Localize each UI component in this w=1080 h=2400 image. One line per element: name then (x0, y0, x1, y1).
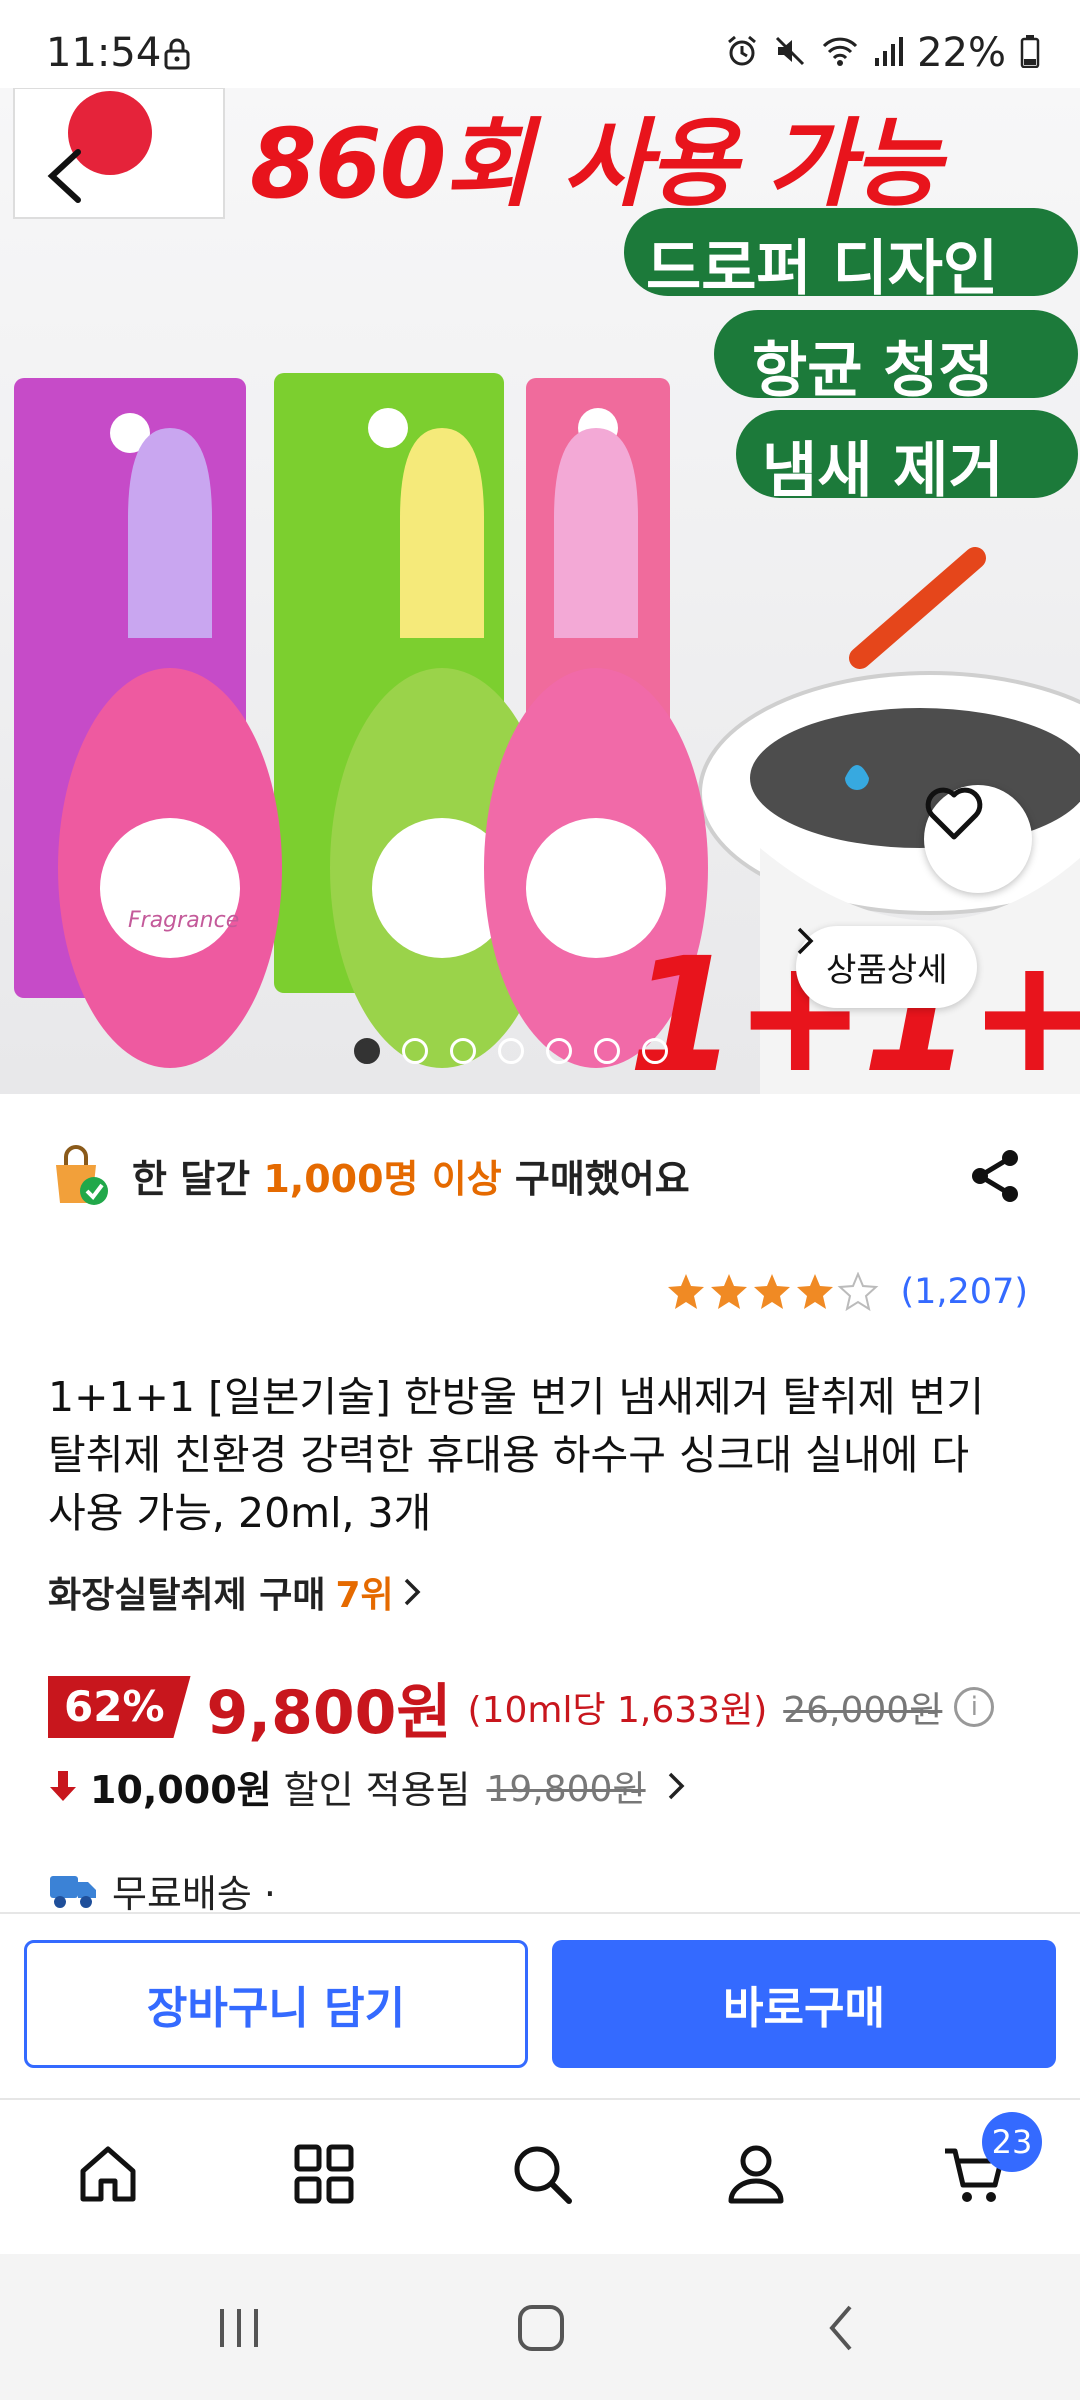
hero-banner-title: 860회 사용 가능 (250, 108, 941, 220)
share-icon (972, 1150, 1018, 1202)
shopping-bag-icon (56, 1145, 108, 1205)
bottle-label: Fragrance (128, 908, 240, 933)
carousel-dot[interactable] (642, 1038, 668, 1064)
hero-tag-dropper: 드로퍼 디자인 (646, 234, 999, 304)
account-icon (728, 2145, 784, 2204)
coupon-discount-row[interactable]: 10,000원 할인 적용됨 19,800원 (48, 1758, 686, 1814)
review-count[interactable]: (1,207) (900, 1272, 1028, 1312)
cart-count-badge: 23 (982, 2112, 1042, 2172)
chevron-right-icon (797, 927, 814, 955)
star-rating (668, 1272, 879, 1312)
back-chevron-icon (829, 2305, 852, 2351)
shipping-info: 무료배송 · (48, 1862, 276, 1918)
tab-home[interactable] (68, 2134, 148, 2214)
hero-tag-antibacterial: 항균 청정 (752, 336, 994, 406)
rank-label: 화장실탈취제 구매 (48, 1575, 326, 1616)
search-icon (514, 2146, 572, 2204)
arrow-down-icon (50, 1771, 76, 1801)
price-before-coupon: 19,800원 (486, 1769, 646, 1810)
product-image-carousel[interactable]: 860회 사용 가능 드로퍼 디자인 항균 청정 냄새 제거 Fragrance… (0, 88, 1080, 1094)
recent-apps-button[interactable] (204, 2298, 274, 2358)
discount-badge: 62% (48, 1676, 191, 1738)
category-rank[interactable]: 화장실탈취제 구매 7위 (48, 1566, 422, 1618)
system-navigation-bar (0, 2254, 1080, 2400)
battery-percent: 22% (917, 30, 1006, 76)
mute-icon (773, 34, 807, 72)
home-button[interactable] (506, 2298, 576, 2358)
original-price: 26,000원 (783, 1690, 943, 1731)
carousel-indicator (354, 1038, 668, 1064)
buy-now-button[interactable]: 바로구매 (552, 1940, 1056, 2068)
chevron-right-icon (668, 1772, 685, 1800)
product-detail-button[interactable]: 상품상세 (796, 926, 978, 1008)
price-row: 62% 9,800원 (10ml당 1,633원) 26,000원 i (48, 1672, 995, 1748)
carousel-dot[interactable] (402, 1038, 428, 1064)
coupon-amount: 10,000원 (90, 1767, 272, 1812)
sale-price: 9,800원 (206, 1677, 452, 1748)
tab-category[interactable] (284, 2134, 364, 2214)
truck-icon (50, 1876, 96, 1908)
info-icon[interactable]: i (954, 1687, 995, 1727)
recent-apps-icon (220, 2309, 258, 2347)
chevron-right-icon (404, 1578, 421, 1606)
alarm-icon (725, 34, 759, 72)
category-icon (294, 2144, 354, 2204)
system-back-button[interactable] (808, 2298, 878, 2358)
carousel-dot[interactable] (450, 1038, 476, 1064)
coupon-label: 할인 적용됨 (283, 1767, 471, 1812)
back-button[interactable] (40, 146, 128, 234)
heart-icon (925, 787, 983, 840)
wishlist-button[interactable] (924, 785, 1032, 893)
home-square-icon (518, 2305, 564, 2351)
signal-icon (873, 34, 904, 72)
purchase-actions: 장바구니 담기 바로구매 (0, 1912, 1080, 2100)
shipping-text: 무료배송 · (112, 1871, 276, 1916)
home-icon (80, 2146, 136, 2202)
tab-account[interactable] (716, 2134, 796, 2214)
wifi-icon (821, 34, 859, 72)
carousel-dot[interactable] (594, 1038, 620, 1064)
carousel-dot[interactable] (498, 1038, 524, 1064)
status-time: 11:54 (46, 30, 162, 76)
product-detail-label: 상품상세 (826, 950, 948, 989)
carousel-dot[interactable] (354, 1038, 380, 1064)
share-button[interactable] (968, 1146, 1024, 1210)
carousel-dot[interactable] (546, 1038, 572, 1064)
unit-price: (10ml당 1,633원) (467, 1690, 768, 1731)
battery-icon (1020, 34, 1040, 72)
purchase-count-banner: 한 달간 1,000명 이상 구매했어요 (48, 1140, 1032, 1210)
lock-icon (164, 38, 190, 74)
product-title: 1+1+1 [일본기술] 한방울 변기 냄새제거 탈취제 변기 탈취제 친환경 … (48, 1373, 985, 1537)
add-to-cart-button[interactable]: 장바구니 담기 (24, 1940, 528, 2068)
tab-search[interactable] (502, 2134, 582, 2214)
bottom-tab-bar: 23 (0, 2098, 1080, 2256)
chevron-left-icon (47, 149, 81, 203)
status-bar: 11:54 22% (0, 0, 1080, 88)
purchase-count-text: 한 달간 1,000명 이상 구매했어요 (132, 1156, 690, 1201)
rank-value: 7위 (335, 1575, 394, 1616)
rating-summary[interactable]: (1,207) (666, 1272, 1028, 1312)
hero-tag-deodorize: 냄새 제거 (762, 436, 1004, 506)
